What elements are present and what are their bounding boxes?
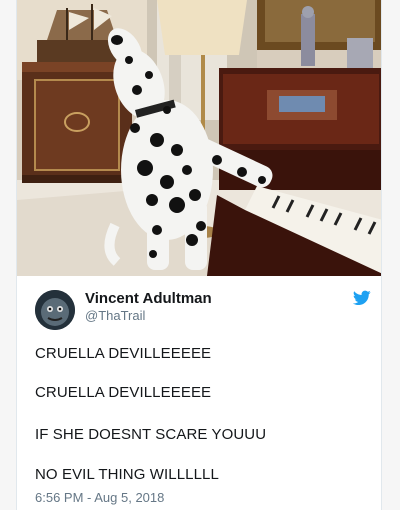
tweet-text-line: CRUELLA DEVILLEEEEE xyxy=(35,345,212,362)
tweet-text-line: NO EVIL THING WILLLLLL xyxy=(35,466,219,483)
author-name[interactable]: Vincent Adultman xyxy=(85,290,212,307)
tweet-timestamp[interactable]: 6:56 PM - Aug 5, 2018 xyxy=(35,490,164,505)
tweet-text-line: CRUELLA DEVILLEEEEE xyxy=(35,384,212,401)
tweet-header: Vincent Adultman @ThaTrail xyxy=(35,286,375,332)
tweet-photo[interactable] xyxy=(17,0,381,276)
tweet-card: Vincent Adultman @ThaTrail CRUELLA DEVIL… xyxy=(16,0,382,510)
author-handle[interactable]: @ThaTrail xyxy=(85,308,145,323)
tweet-text-line: IF SHE DOESNT SCARE YOUUU xyxy=(35,426,267,443)
avatar[interactable] xyxy=(35,290,75,330)
twitter-bird-icon[interactable] xyxy=(352,290,371,306)
